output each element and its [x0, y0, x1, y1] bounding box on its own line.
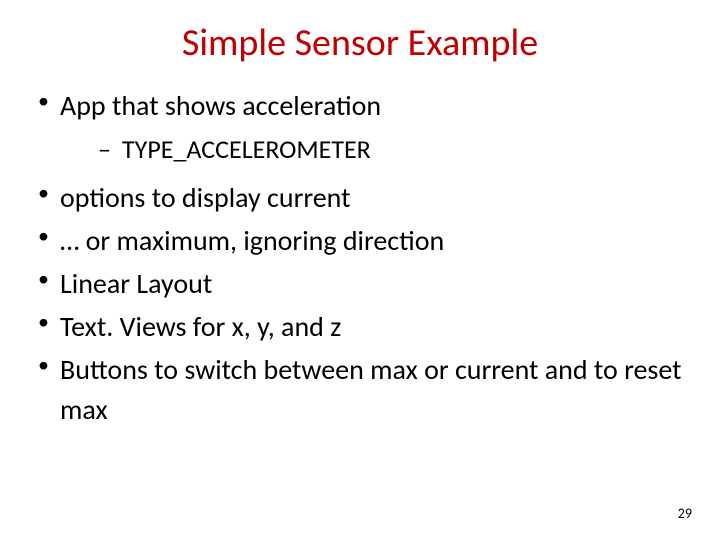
bullet-list: App that shows acceleration TYPE_ACCELER…	[30, 86, 690, 429]
page-number: 29	[678, 505, 692, 522]
list-item: options to display current	[30, 178, 690, 217]
sub-bullet-list: TYPE_ACCELEROMETER	[60, 131, 690, 167]
list-item: Linear Layout	[30, 264, 690, 303]
sub-list-item: TYPE_ACCELEROMETER	[60, 131, 690, 167]
bullet-text: App that shows acceleration	[60, 88, 381, 123]
list-item: Buttons to switch between max or current…	[30, 350, 690, 428]
list-item: App that shows acceleration TYPE_ACCELER…	[30, 86, 690, 168]
list-item: Text. Views for x, y, and z	[30, 307, 690, 346]
slide-title: Simple Sensor Example	[30, 20, 690, 66]
list-item: … or maximum, ignoring direction	[30, 221, 690, 260]
